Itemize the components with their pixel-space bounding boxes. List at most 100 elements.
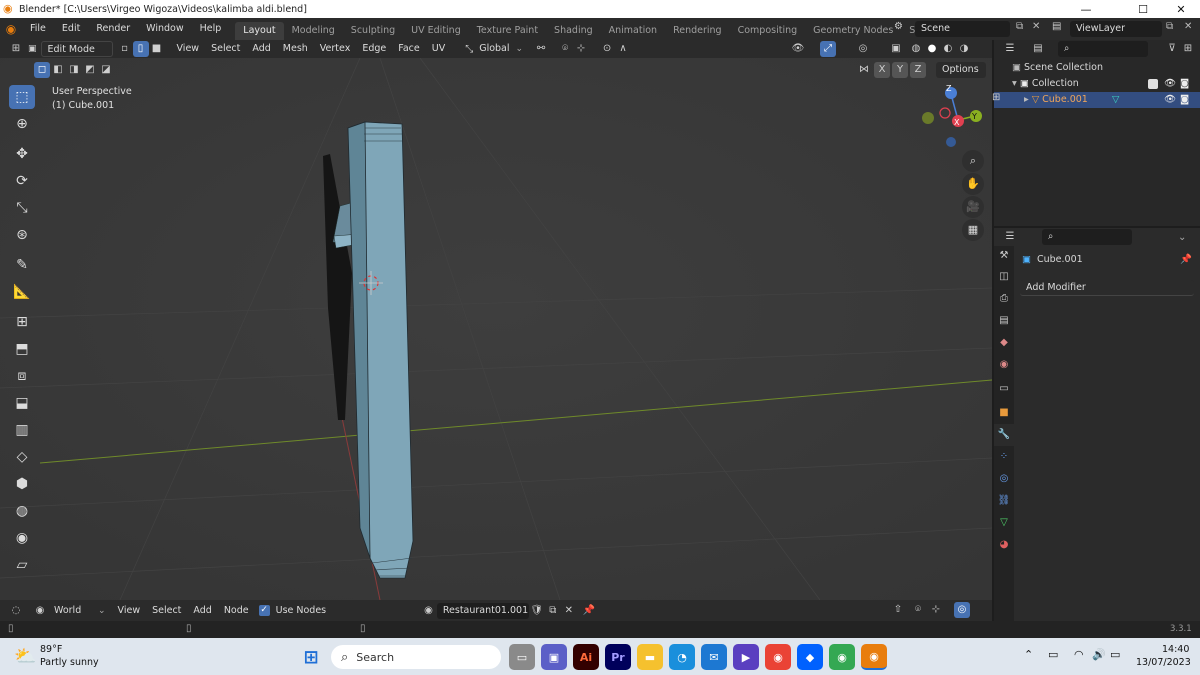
cursor-tool-icon[interactable]: ⊕ bbox=[9, 112, 35, 136]
mesh-data-icon[interactable]: ▽ bbox=[1112, 92, 1119, 108]
snap-target-icon[interactable]: ⊹ bbox=[573, 41, 589, 57]
task-view-icon[interactable]: ▭ bbox=[509, 644, 535, 670]
select-intersect-icon[interactable]: ◪ bbox=[98, 62, 114, 78]
tab-uv-editing[interactable]: UV Editing bbox=[403, 22, 469, 40]
output-props-icon[interactable]: ⎙ bbox=[994, 288, 1014, 310]
mirror-x-button[interactable]: X bbox=[874, 62, 890, 78]
close-button[interactable]: ✕ bbox=[1158, 0, 1200, 18]
add-cube-tool-icon[interactable]: ⊞ bbox=[9, 310, 35, 334]
pivot-icon[interactable]: ⚯ bbox=[533, 41, 549, 57]
tab-texture-paint[interactable]: Texture Paint bbox=[469, 22, 546, 40]
object-props-icon[interactable]: ■ bbox=[994, 402, 1014, 424]
rotate-tool-icon[interactable]: ⟳ bbox=[9, 169, 35, 193]
properties-search-input[interactable]: ⌕ bbox=[1042, 229, 1132, 245]
scene-remove-icon[interactable]: ✕ bbox=[1032, 21, 1040, 32]
outliner-row-cube[interactable]: ▸ ▽ Cube.001 ▽ 👁 ◙ bbox=[994, 92, 1200, 108]
orientation-selector[interactable]: Global bbox=[473, 41, 515, 57]
use-nodes-checkbox[interactable]: ✓ bbox=[258, 605, 270, 616]
gizmo-toggle-icon[interactable]: ⤢ bbox=[820, 41, 836, 57]
pin-world-icon[interactable]: 📌 bbox=[581, 603, 597, 619]
illustrator-icon[interactable]: Ai bbox=[573, 644, 599, 670]
menu-uv[interactable]: UV bbox=[426, 41, 451, 57]
outliner-row-collection[interactable]: ▾ ▣ Collection 👁 ◙ bbox=[994, 76, 1200, 92]
menu-add[interactable]: Add bbox=[246, 41, 276, 57]
tray-overflow-icon[interactable]: ⌃ bbox=[1024, 648, 1033, 661]
weather-desc[interactable]: Partly sunny bbox=[40, 657, 99, 668]
modifier-props-icon[interactable]: 🔧 bbox=[994, 424, 1014, 446]
menu-view[interactable]: View bbox=[171, 41, 206, 57]
properties-dropdown-icon[interactable]: ⌄ bbox=[1178, 232, 1186, 243]
collection-visibility-icon[interactable]: 👁 bbox=[1164, 76, 1176, 92]
vertex-select-icon[interactable]: ▫ bbox=[117, 41, 133, 57]
outliner-side-icon[interactable]: ⊞ bbox=[992, 92, 1000, 103]
snap-node-icon[interactable]: ⌾ bbox=[910, 602, 926, 618]
select-extend-icon[interactable]: ◧ bbox=[50, 62, 66, 78]
proportional-edit-icon[interactable]: ⊙ bbox=[599, 41, 615, 57]
knife-tool-icon[interactable]: ◇ bbox=[9, 445, 35, 469]
rendered-shading-icon[interactable]: ◑ bbox=[956, 41, 972, 57]
scene-props-icon[interactable]: ◆ bbox=[994, 332, 1014, 354]
material-props-icon[interactable]: ◕ bbox=[994, 534, 1014, 556]
outliner-display-mode-icon[interactable]: ▤ bbox=[1030, 41, 1046, 57]
clock-date[interactable]: 13/07/2023 bbox=[1136, 657, 1191, 668]
chrome-profile-icon[interactable]: ◉ bbox=[829, 644, 855, 670]
transform-tool-icon[interactable]: ⊛ bbox=[9, 223, 35, 247]
node-overlay-icon[interactable]: ◎ bbox=[954, 602, 970, 618]
taskbar-search-box[interactable]: ⌕ Search bbox=[331, 645, 501, 669]
scene-selector[interactable]: Scene bbox=[915, 21, 1010, 37]
scale-tool-icon[interactable]: ⤡ bbox=[9, 196, 35, 220]
power-automate-icon[interactable]: ▶ bbox=[733, 644, 759, 670]
extrude-tool-icon[interactable]: ⬒ bbox=[9, 337, 35, 361]
pin-icon[interactable]: 📌 bbox=[1180, 254, 1192, 265]
cube-render-icon[interactable]: ◙ bbox=[1180, 92, 1189, 108]
tab-layout[interactable]: Layout bbox=[235, 22, 284, 40]
edge-icon[interactable]: ◔ bbox=[669, 644, 695, 670]
move-tool-icon[interactable]: ✥ bbox=[9, 142, 35, 166]
world-browse-icon[interactable]: ◉ bbox=[424, 605, 433, 616]
world-props-icon[interactable]: ◉ bbox=[994, 354, 1014, 376]
world-name-field[interactable]: Restaurant01.001 bbox=[436, 602, 529, 619]
mail-icon[interactable]: ✉ bbox=[701, 644, 727, 670]
add-modifier-dropdown[interactable]: Add Modifier bbox=[1020, 280, 1194, 296]
teams-icon[interactable]: ▣ bbox=[541, 644, 567, 670]
tab-rendering[interactable]: Rendering bbox=[665, 22, 730, 40]
options-dropdown[interactable]: Options bbox=[936, 62, 986, 78]
tab-shading[interactable]: Shading bbox=[546, 22, 601, 40]
measure-tool-icon[interactable]: 📐 bbox=[9, 280, 35, 304]
scene-new-icon[interactable]: ⧉ bbox=[1016, 21, 1023, 32]
properties-editor-icon[interactable]: ☰ bbox=[1002, 229, 1018, 245]
view-layer-new-icon[interactable]: ⧉ bbox=[1166, 21, 1173, 32]
menu-window[interactable]: Window bbox=[138, 18, 191, 40]
shader-menu-add[interactable]: Add bbox=[187, 603, 217, 619]
shader-menu-view[interactable]: View bbox=[112, 603, 147, 619]
outliner-search-input[interactable]: ⌕ bbox=[1058, 41, 1148, 57]
menu-file[interactable]: File bbox=[22, 18, 54, 40]
menu-vertex[interactable]: Vertex bbox=[314, 41, 357, 57]
view-layer-selector[interactable]: ViewLayer bbox=[1070, 21, 1162, 37]
tray-app-icon[interactable]: ▭ bbox=[1048, 648, 1058, 661]
menu-help[interactable]: Help bbox=[192, 18, 230, 40]
blender-taskbar-icon[interactable]: ◉ bbox=[861, 644, 887, 670]
file-explorer-icon[interactable]: ▬ bbox=[637, 644, 663, 670]
editor-type-icon[interactable]: ⊞ bbox=[8, 41, 24, 57]
outliner-filter-icon[interactable]: ⊽ bbox=[1164, 41, 1180, 57]
select-subtract-icon[interactable]: ◨ bbox=[66, 62, 82, 78]
collection-props-icon[interactable]: ▭ bbox=[994, 376, 1014, 402]
edge-select-icon[interactable]: ▯ bbox=[132, 41, 149, 57]
parent-node-tree-icon[interactable]: ⇧ bbox=[890, 602, 906, 618]
physics-props-icon[interactable]: ◎ bbox=[994, 468, 1014, 490]
outliner-editor-icon[interactable]: ☰ bbox=[1002, 41, 1018, 57]
shader-editor-type-icon[interactable]: ◌ bbox=[8, 603, 24, 619]
collection-exclude-checkbox[interactable] bbox=[1148, 79, 1158, 89]
constraints-props-icon[interactable]: ⛓ bbox=[994, 490, 1014, 512]
menu-edit[interactable]: Edit bbox=[54, 18, 88, 40]
select-invert-icon[interactable]: ◩ bbox=[82, 62, 98, 78]
mirror-y-button[interactable]: Y bbox=[892, 62, 908, 78]
fake-user-icon[interactable]: 🛡 bbox=[529, 603, 545, 619]
wireframe-shading-icon[interactable]: ◍ bbox=[908, 41, 924, 57]
start-icon[interactable]: ⊞ bbox=[298, 644, 324, 670]
blender-menu-icon[interactable]: ◉ bbox=[0, 22, 22, 36]
outliner-row-scene-collection[interactable]: ▣ Scene Collection bbox=[994, 60, 1200, 76]
inset-tool-icon[interactable]: ⧈ bbox=[9, 364, 35, 388]
poly-build-tool-icon[interactable]: ⬢ bbox=[9, 472, 35, 496]
